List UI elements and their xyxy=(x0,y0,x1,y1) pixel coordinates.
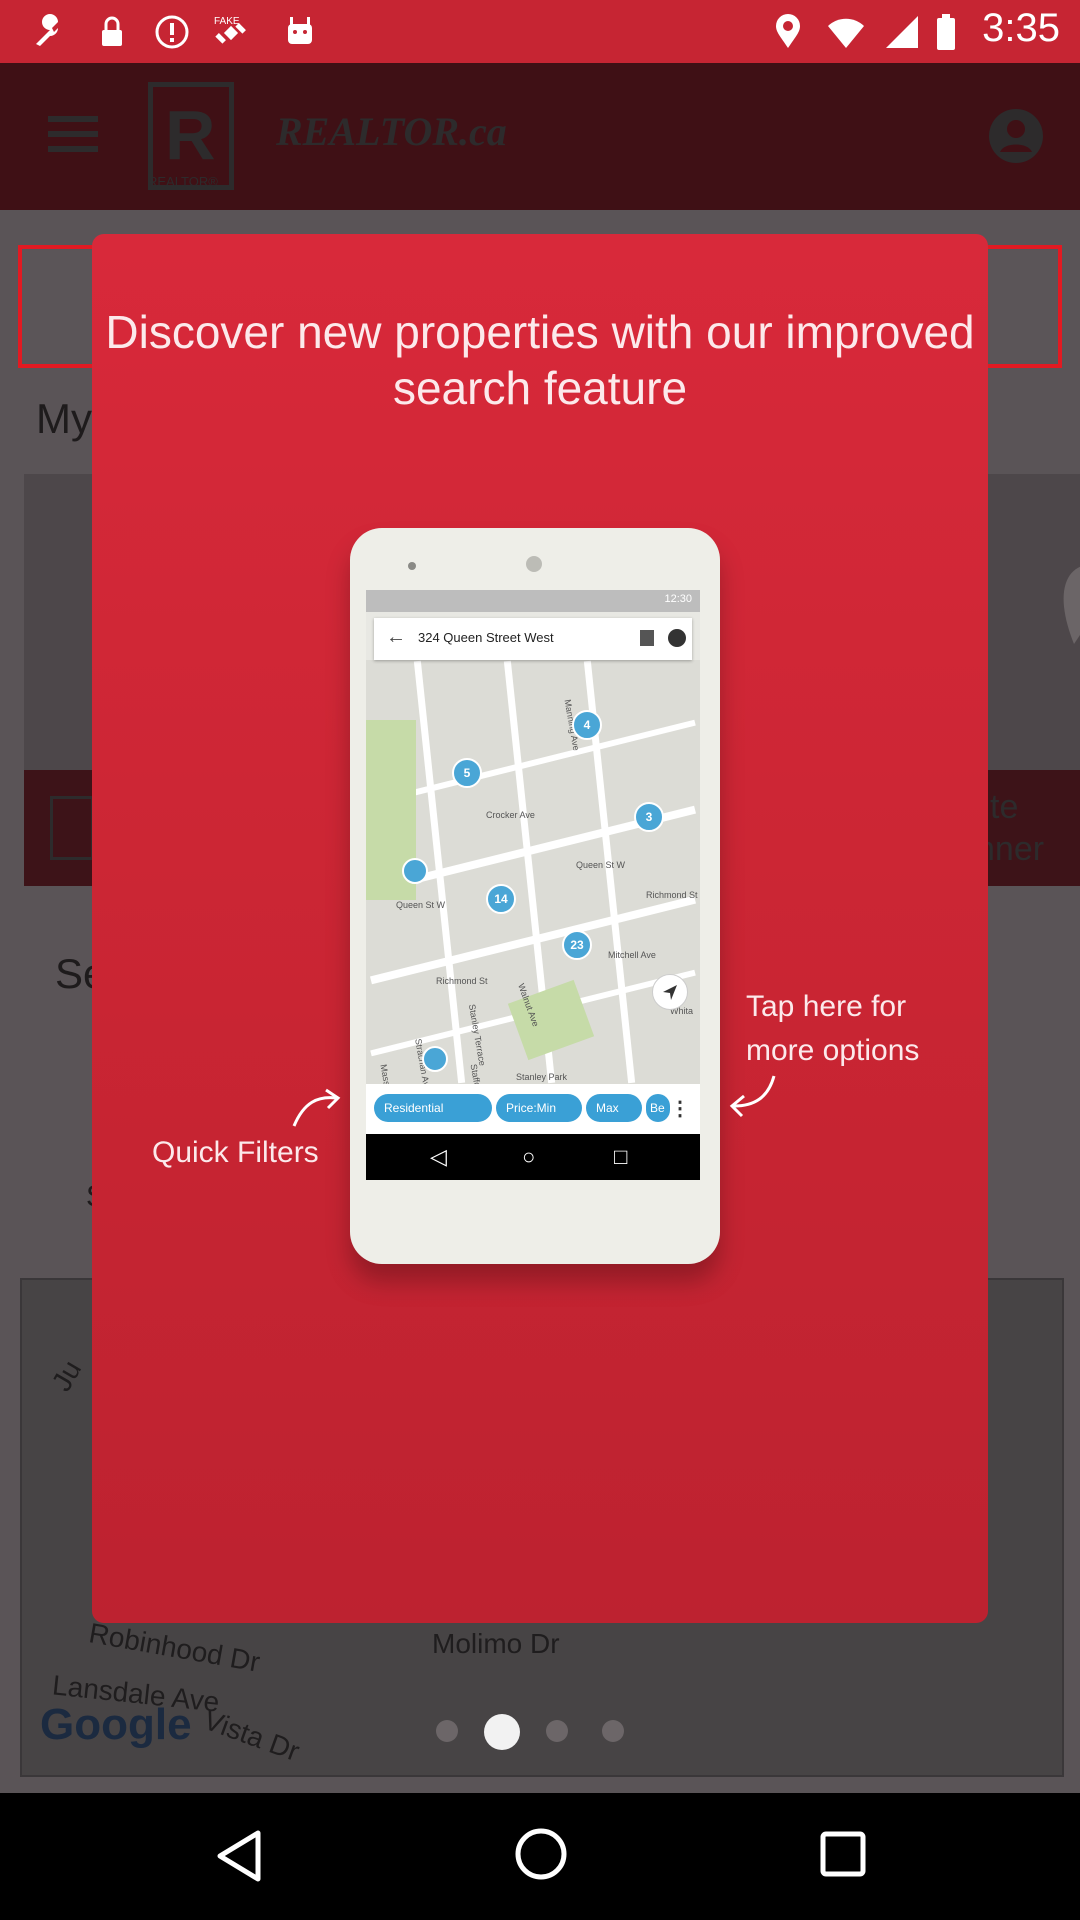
map-pin: 4 xyxy=(572,710,602,740)
screen-search-text: 324 Queen Street West xyxy=(418,630,554,645)
quick-filters-label: Quick Filters xyxy=(152,1136,319,1169)
menu-icon[interactable] xyxy=(48,116,98,152)
status-bar: FAKE 3:35 xyxy=(0,0,1080,63)
street-label: Richmond St xyxy=(646,890,698,900)
filter-chip: Price:Min xyxy=(496,1094,582,1122)
screen-search-bar: ← 324 Queen Street West xyxy=(374,618,692,660)
street-label: Mitchell Ave xyxy=(608,950,656,960)
map-pin-small xyxy=(402,858,428,884)
wifi-icon xyxy=(828,18,864,48)
map-pin: 5 xyxy=(452,758,482,788)
android-icon xyxy=(288,17,312,44)
street-label: Richmond St xyxy=(436,976,488,986)
battery-icon xyxy=(937,14,955,50)
map-pin: 3 xyxy=(634,802,664,832)
page-indicator-dot[interactable] xyxy=(546,1720,568,1742)
phone-camera xyxy=(526,556,542,572)
map-street-label: Vista Dr xyxy=(199,1704,304,1768)
map-view-icon xyxy=(640,630,654,646)
filter-chip: Max xyxy=(586,1094,642,1122)
svg-text:FAKE: FAKE xyxy=(214,16,240,27)
screen-home-icon: ○ xyxy=(522,1144,536,1169)
filter-chip: Residential xyxy=(374,1094,492,1122)
banner-logo xyxy=(50,796,94,860)
screen-status-bar: 12:30 xyxy=(366,590,700,612)
map-pin: 14 xyxy=(486,884,516,914)
signal-icon xyxy=(886,16,918,48)
screen-map: Crocker Ave Queen St W Queen St W Richmo… xyxy=(366,660,700,1107)
recents-icon[interactable] xyxy=(820,1831,866,1877)
page-indicator-dot[interactable] xyxy=(436,1720,458,1742)
more-options-icon: ⋮ xyxy=(670,1098,690,1120)
app-title: REALTOR.ca xyxy=(276,109,507,154)
dialog-title: Discover new properties with our improve… xyxy=(105,306,975,414)
street-label: Crocker Ave xyxy=(486,810,535,820)
street-label: Stanley Park xyxy=(516,1072,568,1082)
banner-text-line1: te xyxy=(990,788,1019,826)
map-street-label: Ju xyxy=(45,1355,88,1397)
onboarding-dialog[interactable]: Discover new properties with our improve… xyxy=(92,234,988,1623)
street-label: Queen St W xyxy=(576,860,626,870)
phone-sensor xyxy=(408,562,416,570)
street-label: Queen St W xyxy=(396,900,446,910)
quick-filters-bar: Residential Price:Min Max Be ⋮ xyxy=(366,1084,700,1134)
alert-icon xyxy=(155,15,189,49)
locate-me-icon xyxy=(652,974,688,1010)
tap-here-label-line2: more options xyxy=(746,1034,920,1067)
map-pin-small xyxy=(422,1046,448,1072)
status-time: 3:35 xyxy=(982,6,1060,50)
arrow-to-filters-icon xyxy=(292,1088,341,1127)
map-pin: 23 xyxy=(562,930,592,960)
page-indicator-dot[interactable] xyxy=(602,1720,624,1742)
map-pin-icon xyxy=(1063,566,1080,644)
logo-subtitle: REALTOR® xyxy=(148,174,218,189)
phone-illustration: 12:30 Crocker Ave Queen St W Queen St W … xyxy=(350,528,720,1264)
arrow-to-options-icon xyxy=(729,1075,776,1118)
back-icon[interactable] xyxy=(214,1829,264,1883)
section-heading-my: My xyxy=(36,395,92,442)
wrench-icon xyxy=(36,14,58,46)
fake-gps-icon: FAKE xyxy=(214,16,246,44)
logo-letter: R xyxy=(165,96,216,174)
page-indicator-dot-active[interactable] xyxy=(484,1714,520,1750)
map-street-label: Robinhood Dr xyxy=(86,1617,263,1678)
phone-screen: 12:30 Crocker Ave Queen St W Queen St W … xyxy=(366,590,700,1180)
tap-here-label-line1: Tap here for xyxy=(746,990,907,1023)
screen-account-icon xyxy=(668,629,686,647)
map-street-label: Molimo Dr xyxy=(432,1628,560,1659)
location-icon xyxy=(776,14,800,48)
screen-time: 12:30 xyxy=(664,593,692,605)
street-label: Stanley Terrace xyxy=(466,1003,488,1067)
screen-back-icon: ◁ xyxy=(430,1144,447,1169)
back-arrow-icon: ← xyxy=(386,626,406,648)
screen-recents-icon: □ xyxy=(614,1144,628,1169)
home-icon[interactable] xyxy=(514,1827,568,1881)
filter-chip: Be xyxy=(646,1094,670,1122)
navigation-bar xyxy=(0,1793,1080,1920)
google-logo: Google xyxy=(40,1700,192,1749)
account-icon[interactable] xyxy=(988,108,1044,164)
lock-icon xyxy=(102,16,122,46)
screen-nav-bar: ◁ ○ □ xyxy=(366,1134,700,1180)
